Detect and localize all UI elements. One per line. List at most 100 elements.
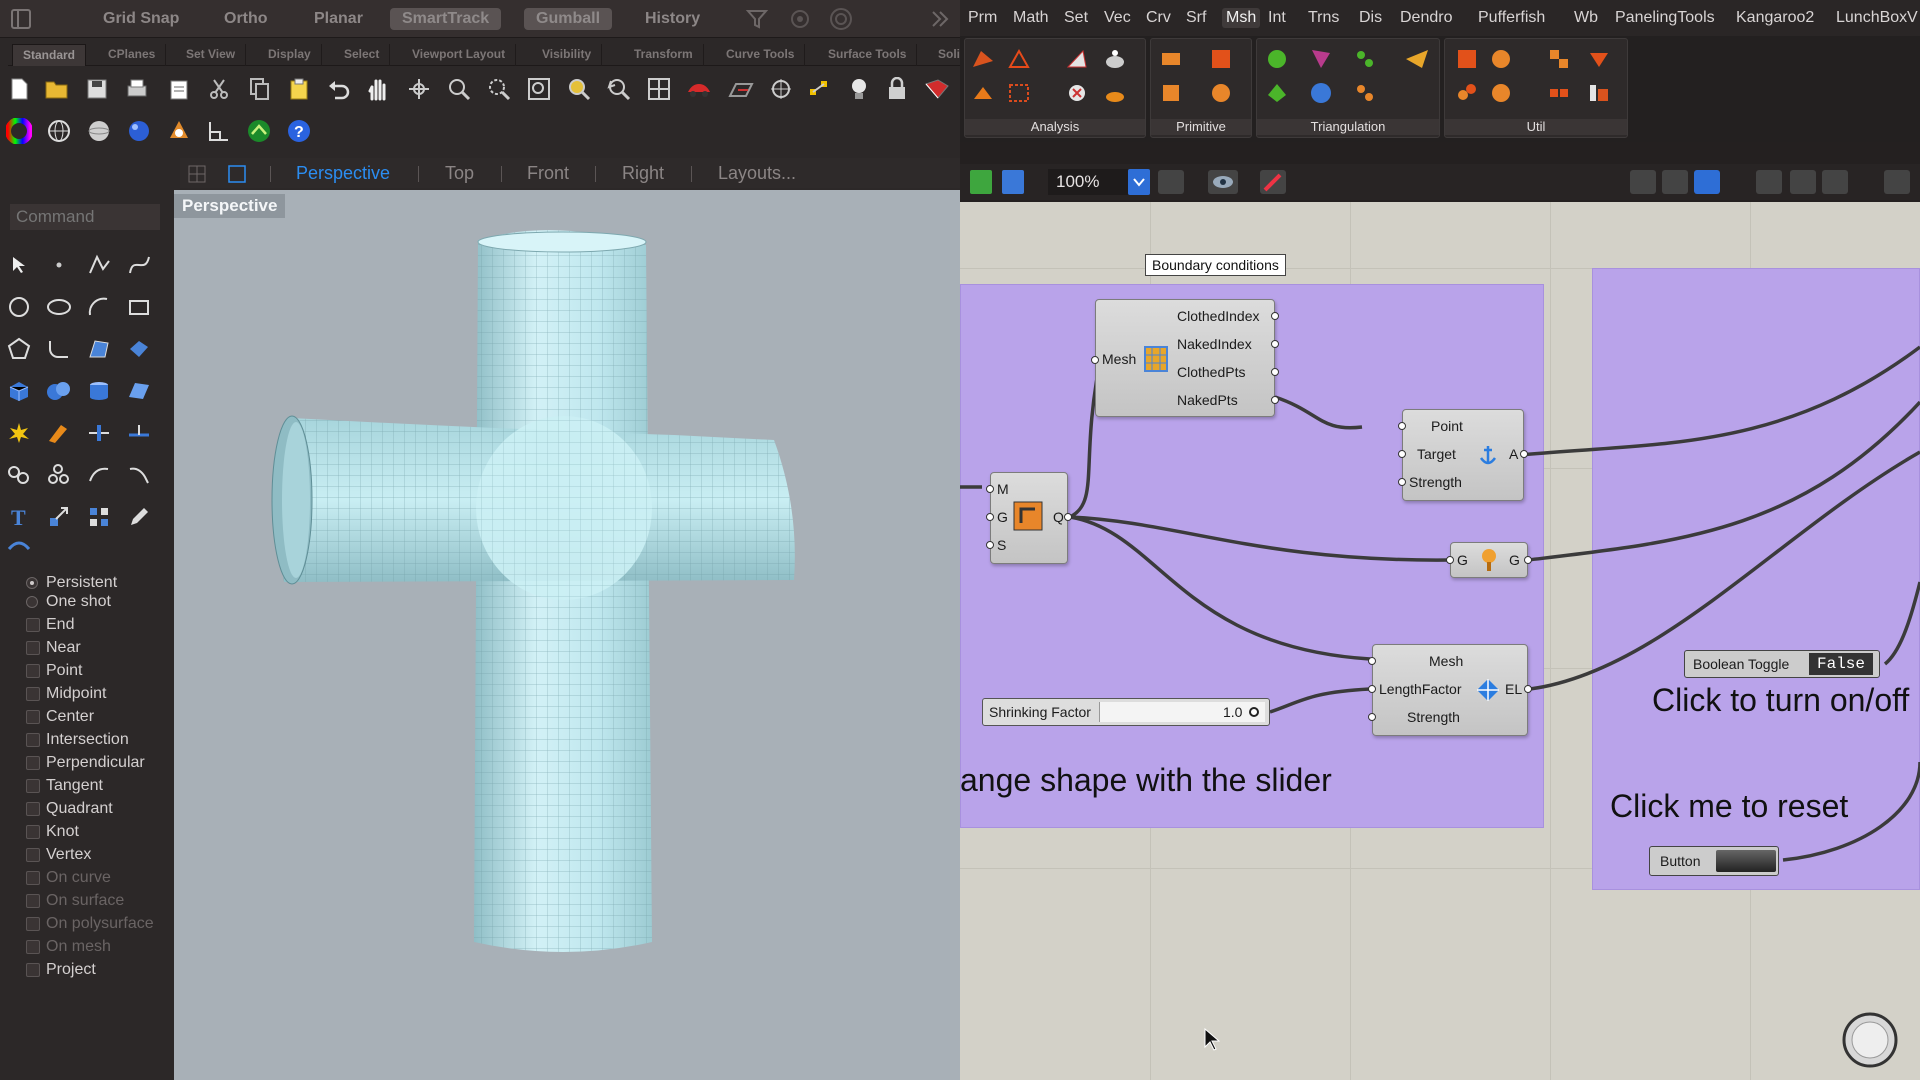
mesh-shatter-icon[interactable] — [1487, 79, 1515, 107]
tab-dendro[interactable]: Dendro — [1400, 8, 1452, 28]
color-wheel-icon[interactable] — [6, 118, 32, 144]
shaded-sphere-icon[interactable] — [86, 118, 112, 144]
tab-top[interactable]: Top — [445, 161, 474, 185]
quad-remesh-icon[interactable] — [1351, 79, 1379, 107]
filter-icon[interactable] — [745, 7, 769, 31]
grip-icon[interactable] — [1271, 340, 1279, 348]
mesh-cull-icon[interactable] — [1585, 79, 1613, 107]
port-mesh[interactable]: Mesh — [1429, 653, 1463, 669]
preview-eye-icon[interactable] — [1208, 170, 1238, 194]
more-tools-icon[interactable] — [2, 534, 36, 554]
grip-icon[interactable] — [1524, 556, 1532, 564]
ribbon-label-primitive[interactable]: Primitive — [1151, 119, 1251, 135]
grip-icon[interactable] — [1271, 312, 1279, 320]
tab-curve-tools[interactable]: Curve Tools — [716, 44, 806, 66]
grip-icon[interactable] — [1398, 422, 1406, 430]
mesh-ray-icon[interactable] — [1101, 79, 1129, 107]
grip-icon[interactable] — [1398, 478, 1406, 486]
four-viewports-icon[interactable] — [646, 76, 672, 102]
show-component[interactable]: G G — [1446, 542, 1532, 578]
edit-icon[interactable] — [122, 500, 156, 534]
ortho-toggle[interactable]: Ortho — [224, 8, 268, 30]
port-q-out[interactable]: Q — [1053, 509, 1064, 525]
port-mesh-in[interactable]: Mesh — [1102, 351, 1136, 367]
preview-material-icon[interactable] — [1822, 170, 1848, 194]
slider-handle-icon[interactable] — [1249, 707, 1259, 717]
wireframe-sphere-icon[interactable] — [46, 118, 72, 144]
port-point[interactable]: Point — [1431, 418, 1463, 434]
port-target[interactable]: Target — [1417, 446, 1456, 462]
mesh-flip-icon[interactable] — [1585, 45, 1613, 73]
tab-pufferfish[interactable]: Pufferfish — [1478, 8, 1545, 28]
port-nakedpts[interactable]: NakedPts — [1177, 392, 1238, 408]
save-file-icon[interactable] — [1002, 170, 1024, 194]
print-icon[interactable] — [124, 76, 150, 102]
polygon-icon[interactable] — [2, 332, 36, 366]
boundary-conditions-note[interactable]: Boundary conditions — [1145, 254, 1286, 276]
port-clothedpts[interactable]: ClothedPts — [1177, 364, 1245, 380]
edge-lengths-component[interactable]: Mesh LengthFactor Strength EL — [1368, 644, 1532, 736]
proximity-icon[interactable] — [1263, 79, 1291, 107]
face-normals-icon[interactable] — [1063, 45, 1091, 73]
open-folder-icon[interactable] — [44, 76, 70, 102]
new-file-icon[interactable] — [6, 76, 32, 102]
tab-trns[interactable]: Trns — [1308, 8, 1339, 28]
arc-icon[interactable] — [82, 290, 116, 324]
box-icon[interactable] — [2, 374, 36, 408]
naked-vertices-component[interactable]: Mesh ClothedIndex NakedIndex ClothedPts … — [1091, 299, 1279, 417]
tab-lunchbox[interactable]: LunchBox — [1836, 8, 1907, 28]
zoom-level[interactable]: 100% — [1048, 169, 1128, 195]
tab-kangaroo2[interactable]: Kangaroo2 — [1736, 8, 1814, 28]
preview-mesh-icon[interactable] — [1790, 170, 1816, 194]
light-bulb-icon[interactable] — [846, 76, 872, 102]
trim-icon[interactable] — [42, 416, 76, 450]
preview-shaded-icon[interactable] — [1694, 170, 1720, 194]
grip-icon[interactable] — [1368, 685, 1376, 693]
ribbon-label-util[interactable]: Util — [1445, 119, 1627, 135]
toggle-value[interactable]: False — [1809, 653, 1873, 675]
zoom-window-icon[interactable] — [486, 76, 512, 102]
tab-math[interactable]: Math — [1013, 8, 1049, 28]
tab-srf[interactable]: Srf — [1186, 8, 1206, 28]
render-icon[interactable] — [924, 76, 950, 102]
text-icon[interactable]: T — [2, 500, 36, 534]
zoom-dropdown-icon[interactable] — [1128, 169, 1150, 195]
port-g-out[interactable]: G — [1509, 552, 1520, 568]
mesh-eval-icon[interactable] — [969, 79, 997, 107]
sidebar-toggle-icon[interactable] — [10, 8, 32, 30]
port-strength-edge[interactable]: Strength — [1407, 709, 1460, 725]
tab-right[interactable]: Right — [622, 161, 664, 185]
extend-icon[interactable] — [122, 458, 156, 492]
convex-hull-icon[interactable] — [1351, 45, 1379, 73]
scale-icon[interactable] — [42, 500, 76, 534]
history-toggle[interactable]: History — [645, 8, 700, 30]
tab-set[interactable]: Set — [1064, 8, 1088, 28]
tab-select[interactable]: Select — [334, 44, 391, 66]
copy-icon[interactable] — [246, 76, 272, 102]
mesh-depth-icon[interactable] — [1005, 79, 1033, 107]
port-clothedindex[interactable]: ClothedIndex — [1177, 308, 1260, 324]
mesh-explode-icon[interactable] — [1545, 79, 1573, 107]
shrinking-factor-slider[interactable]: Shrinking Factor 1.0 — [982, 698, 1270, 726]
button-face[interactable] — [1716, 850, 1776, 872]
tab-standard[interactable]: Standard — [12, 44, 87, 66]
port-a-out[interactable]: A — [1509, 446, 1518, 462]
tab-cplanes[interactable]: CPlanes — [98, 44, 167, 66]
grip-icon[interactable] — [1368, 713, 1376, 721]
lock-icon[interactable] — [884, 76, 910, 102]
surface-patch-icon[interactable] — [122, 374, 156, 408]
grip-icon[interactable] — [1524, 685, 1532, 693]
navigation-compass-icon[interactable] — [1840, 1010, 1900, 1075]
mesh-cylinder-icon[interactable] — [1157, 79, 1185, 107]
delaunay-icon[interactable] — [1263, 45, 1291, 73]
gumball-toggle[interactable]: Gumball — [524, 8, 613, 30]
rectangle-icon[interactable] — [122, 290, 156, 324]
boolean-toggle[interactable]: Boolean Toggle False — [1684, 650, 1880, 678]
curve-icon[interactable] — [122, 248, 156, 282]
dimension-icon[interactable] — [206, 118, 232, 144]
grip-icon[interactable] — [986, 541, 994, 549]
tab-display[interactable]: Display — [258, 44, 322, 66]
tab-perspective[interactable]: Perspective — [296, 161, 390, 185]
split-icon[interactable] — [82, 416, 116, 450]
cplane-icon[interactable] — [728, 76, 754, 102]
